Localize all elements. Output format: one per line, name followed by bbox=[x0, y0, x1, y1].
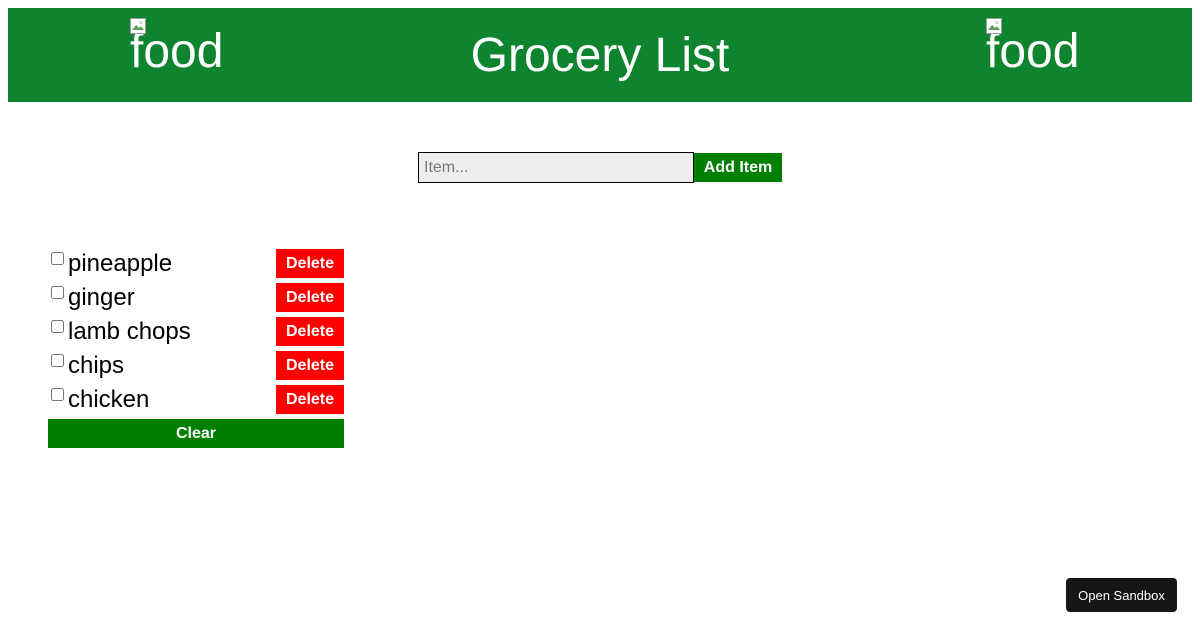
food-image-alt-text: food bbox=[986, 25, 1080, 78]
delete-button[interactable]: Delete bbox=[276, 249, 344, 278]
item-checkbox[interactable] bbox=[51, 388, 64, 401]
item-checkbox[interactable] bbox=[51, 354, 64, 367]
delete-button[interactable]: Delete bbox=[276, 317, 344, 346]
item-label: ginger bbox=[68, 284, 135, 311]
page: food Grocery List food Add Item pineappl… bbox=[0, 0, 1200, 630]
list-item: pineapple Delete bbox=[48, 249, 344, 283]
header-banner: food Grocery List food bbox=[8, 8, 1192, 102]
broken-image-icon bbox=[986, 18, 1002, 34]
item-checkbox[interactable] bbox=[51, 252, 64, 265]
item-checkbox[interactable] bbox=[51, 320, 64, 333]
item-label: pineapple bbox=[68, 250, 173, 277]
list-item: ginger Delete bbox=[48, 283, 344, 317]
delete-button[interactable]: Delete bbox=[276, 385, 344, 414]
food-image-right: food bbox=[986, 18, 1079, 76]
list-item: lamb chops Delete bbox=[48, 317, 344, 351]
add-item-form: Add Item bbox=[418, 152, 782, 183]
delete-button[interactable]: Delete bbox=[276, 283, 344, 312]
item-label: chicken bbox=[68, 386, 150, 413]
item-label: lamb chops bbox=[68, 318, 191, 345]
clear-button[interactable]: Clear bbox=[48, 419, 344, 448]
delete-button[interactable]: Delete bbox=[276, 351, 344, 380]
list-item: chicken Delete bbox=[48, 385, 344, 419]
item-input[interactable] bbox=[418, 152, 694, 183]
add-item-button[interactable]: Add Item bbox=[694, 153, 782, 182]
list-item: chips Delete bbox=[48, 351, 344, 385]
item-checkbox[interactable] bbox=[51, 286, 64, 299]
item-label: chips bbox=[68, 352, 125, 379]
grocery-list: pineapple Delete ginger Delete lamb chop… bbox=[48, 249, 344, 448]
open-sandbox-button[interactable]: Open Sandbox bbox=[1066, 578, 1177, 612]
